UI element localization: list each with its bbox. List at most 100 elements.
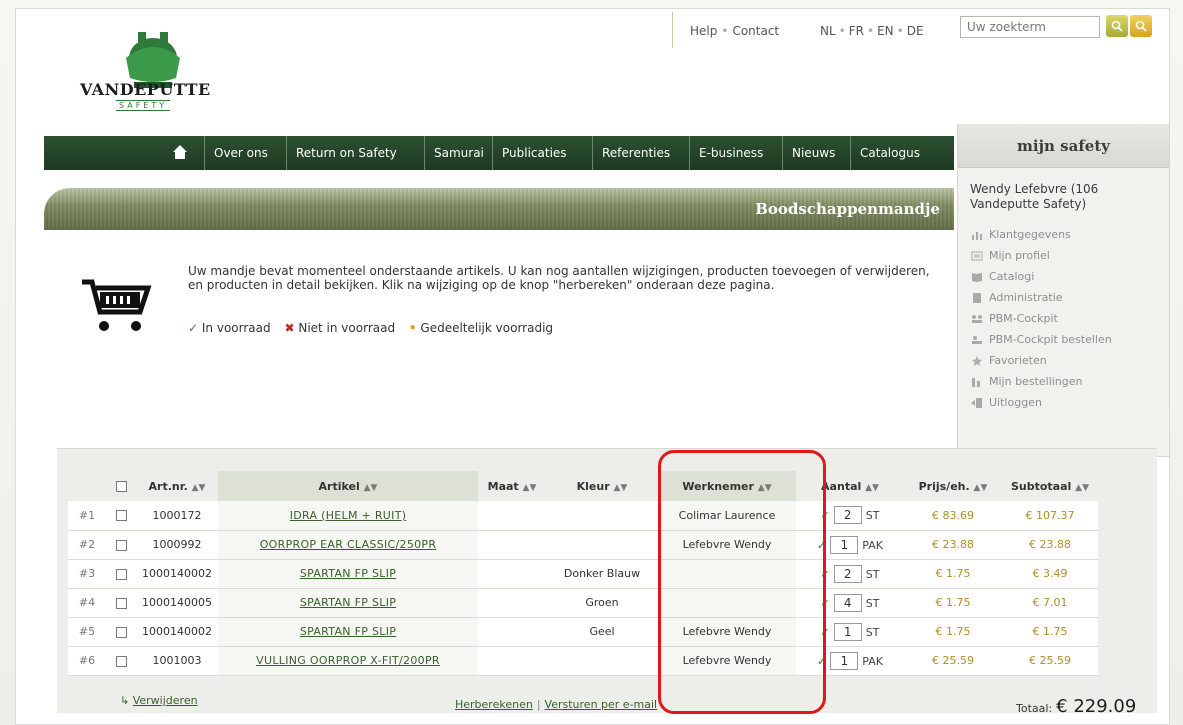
sort-icon: ▲▼ [865,482,879,493]
menu-catalogi[interactable]: Catalogi [970,266,1165,287]
search-icon [1111,20,1123,32]
cell-prijs: € 1.75 [904,588,1002,618]
send-email-link[interactable]: Versturen per e-mail [545,698,658,711]
row-checkbox[interactable] [115,568,127,580]
menu-favorieten[interactable]: Favorieten [970,350,1165,371]
article-link[interactable]: OORPROP EAR CLASSIC/250PR [260,538,437,551]
document-icon [970,292,983,303]
col-prijs[interactable]: Prijs/eh. ▲▼ [904,471,1002,501]
cell-artikel: VULLING OORPROP X-FIT/200PR [218,646,478,676]
cell-artnr: 1000140002 [136,559,218,589]
legend-label: Gedeeltelijk voorradig [420,321,554,335]
article-link[interactable]: SPARTAN FP SLIP [300,625,396,638]
menu-label: Klantgegevens [989,228,1071,241]
row-checkbox[interactable] [115,510,127,522]
quantity-input[interactable]: 2 [833,564,862,583]
profile-icon [970,250,983,261]
chart-icon [970,229,983,240]
lang-en[interactable]: EN [877,24,894,38]
row-number: #1 [68,501,106,531]
article-link[interactable]: VULLING OORPROP X-FIT/200PR [256,654,440,667]
row-checkbox[interactable] [115,626,127,638]
row-checkbox[interactable] [115,597,127,609]
table-row: #2 1000992 OORPROP EAR CLASSIC/250PR Lefebv… [68,530,1098,560]
col-artikel[interactable]: Artikel ▲▼ [218,471,478,501]
werknemer-highlight [658,450,826,714]
col-maat[interactable]: Maat ▲▼ [478,471,546,501]
remove-selected[interactable]: ↳ Verwijderen [120,694,198,707]
nav-e-business[interactable]: E-business [689,136,772,170]
unit-price: € 1.75 [935,625,971,638]
quantity-input[interactable]: 1 [833,622,862,641]
cell-maat [478,646,546,676]
nav-over-ons[interactable]: Over ons [204,136,277,170]
cell-subtotaal: € 25.59 [1002,646,1098,676]
article-link[interactable]: SPARTAN FP SLIP [300,596,396,609]
table-row: #4 1000140005 SPARTAN FP SLIP Groen ✓ 4 ST € 1.… [68,588,1098,618]
recalculate-link[interactable]: Herberekenen [455,698,533,711]
separator: | [536,698,541,711]
search-input[interactable] [960,16,1100,38]
row-select [106,588,136,618]
menu-mijn-bestellingen[interactable]: Mijn bestellingen [970,371,1165,392]
nav-samurai[interactable]: Samurai [424,136,493,170]
unit-label: ST [865,509,880,523]
advanced-search-button[interactable] [1130,15,1152,37]
nav-nieuws[interactable]: Nieuws [782,136,844,170]
help-link[interactable]: Help [690,24,717,38]
check-icon: ✓ [188,321,199,335]
col-artnr[interactable]: Art.nr. ▲▼ [136,471,218,501]
nav-referenties[interactable]: Referenties [592,136,679,170]
article-link[interactable]: IDRA (HELM + RUIT) [290,509,407,522]
lang-nl[interactable]: NL [820,24,836,38]
unit-price: € 25.59 [932,654,974,667]
lang-de[interactable]: DE [907,24,924,38]
menu-klantgegevens[interactable]: Klantgegevens [970,224,1165,245]
legend-in-stock: ✓ In voorraad [188,321,271,335]
nav-return-on-safety[interactable]: Return on Safety [286,136,406,170]
cell-artnr: 1001003 [136,646,218,676]
quantity-input[interactable]: 1 [830,651,859,670]
separator: • [721,24,729,38]
menu-administratie[interactable]: Administratie [970,287,1165,308]
unit-label: PAK [862,538,883,552]
select-all-checkbox[interactable] [115,481,127,492]
cell-artikel: SPARTAN FP SLIP [218,559,478,589]
row-select [106,530,136,560]
nav-catalogus[interactable]: Catalogus [850,136,929,170]
row-number: #6 [68,646,106,676]
contact-link[interactable]: Contact [732,24,779,38]
col-subtotaal[interactable]: Subtotaal ▲▼ [1002,471,1098,501]
row-checkbox[interactable] [115,539,127,551]
cell-subtotaal: € 23.88 [1002,530,1098,560]
quantity-input[interactable]: 2 [833,506,862,525]
row-checkbox[interactable] [115,655,127,667]
unit-price: € 23.88 [932,538,974,551]
quantity-input[interactable]: 1 [830,535,859,554]
logo-text: VANDEPUTTE [80,80,211,99]
unit-label: ST [865,567,880,581]
cell-artikel: OORPROP EAR CLASSIC/250PR [218,530,478,560]
subtotal: € 25.59 [1029,654,1071,667]
menu-pbm-cockpit[interactable]: PBM-Cockpit [970,308,1165,329]
shopping-cart-icon [78,270,154,339]
search-plus-icon [1135,20,1147,32]
lang-fr[interactable]: FR [849,24,864,38]
sort-icon: ▲▼ [363,482,378,493]
col-kleur[interactable]: Kleur ▲▼ [546,471,658,501]
menu-uitloggen[interactable]: Uitloggen [970,392,1165,413]
quantity-input[interactable]: 4 [833,593,862,612]
mijn-safety-header: mijn safety [958,124,1169,168]
sort-icon: ▲▼ [973,482,988,493]
nav-publicaties[interactable]: Publicaties [492,136,576,170]
subtotal: € 23.88 [1029,538,1071,551]
logout-icon [970,397,983,408]
search-button[interactable] [1106,15,1128,37]
article-link[interactable]: SPARTAN FP SLIP [300,567,396,580]
cell-artnr: 1000140002 [136,617,218,647]
menu-label: Uitloggen [989,396,1042,409]
menu-mijn-profiel[interactable]: Mijn profiel [970,245,1165,266]
menu-pbm-cockpit-bestellen[interactable]: PBM-Cockpit bestellen [970,329,1165,350]
subtotal: € 107.37 [1025,508,1075,522]
home-icon[interactable] [172,144,188,163]
